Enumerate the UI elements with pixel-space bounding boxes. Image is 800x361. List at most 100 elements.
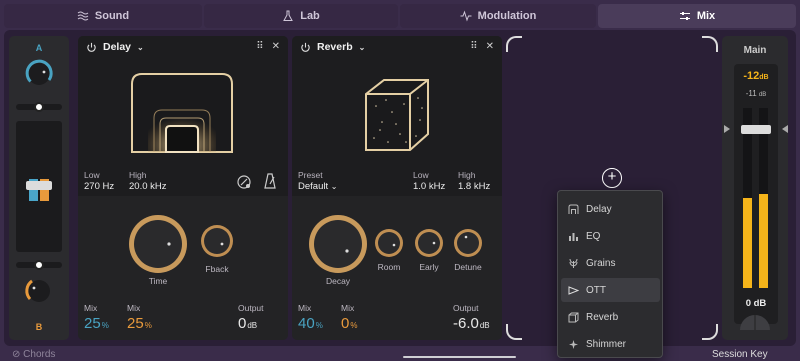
reverb-low-value[interactable]: 1.0 kHz bbox=[413, 181, 445, 192]
main-fader-handle[interactable] bbox=[741, 125, 771, 134]
sliders-icon bbox=[679, 12, 690, 20]
reverb-title: Reverb bbox=[317, 41, 353, 53]
close-icon[interactable]: ✕ bbox=[486, 41, 494, 52]
menu-item-reverb[interactable]: Reverb bbox=[561, 305, 660, 329]
chords-label[interactable]: ⊘ Chords bbox=[12, 349, 55, 360]
waves-icon bbox=[77, 11, 89, 21]
chevron-down-icon: ⌄ bbox=[330, 182, 338, 191]
chevron-down-icon: ⌄ bbox=[137, 42, 144, 52]
tab-mix[interactable]: Mix bbox=[598, 4, 796, 28]
meter-right-fill bbox=[759, 194, 768, 288]
slot-corner bbox=[702, 36, 718, 52]
reverb-window-controls: ⠿ ✕ bbox=[470, 41, 494, 52]
scroll-indicator[interactable] bbox=[403, 356, 516, 358]
delay-icon bbox=[568, 204, 579, 214]
a-send-handle[interactable] bbox=[34, 102, 44, 112]
delay-low-value[interactable]: 270 Hz bbox=[84, 181, 114, 192]
tab-modulation-label: Modulation bbox=[477, 10, 537, 22]
tab-lab-label: Lab bbox=[300, 10, 320, 22]
delay-high-value[interactable]: 20.0 kHz bbox=[129, 181, 167, 192]
reverb-header-area: Reverb ⌄ ⠿ ✕ Preset Default ⌄ Low 1.0 kH… bbox=[292, 36, 502, 196]
grains-icon bbox=[569, 258, 578, 268]
menu-item-grains[interactable]: Grains bbox=[561, 251, 660, 275]
menu-item-label: Grains bbox=[586, 257, 616, 269]
pulse-icon bbox=[460, 10, 472, 22]
delay-window-controls: ⠿ ✕ bbox=[256, 41, 280, 52]
delay-mix-a-label: Mix bbox=[84, 303, 98, 313]
chords-icon: ⊘ bbox=[12, 349, 21, 360]
reverb-decay-knob[interactable] bbox=[308, 214, 368, 274]
delay-fback-label: Fback bbox=[205, 264, 229, 274]
delay-mix-b-label: Mix bbox=[127, 303, 141, 313]
tab-modulation[interactable]: Modulation bbox=[400, 4, 596, 28]
reverb-preset-label: Preset bbox=[298, 170, 323, 180]
tab-lab[interactable]: Lab bbox=[204, 4, 398, 28]
crossfader-handle[interactable] bbox=[26, 181, 52, 190]
ping-pong-icon[interactable] bbox=[236, 174, 252, 190]
chords-text: Chords bbox=[23, 349, 56, 360]
reverb-mix-a-label: Mix bbox=[298, 303, 312, 313]
top-tab-bar: Sound Lab Modulation Mix bbox=[0, 0, 800, 32]
delay-device: Delay ⌄ ⠿ ✕ Low 270 Hz High 20.0 kHz Tim… bbox=[78, 36, 288, 340]
main-output-panel: Main -12dB -11 dB 0 dB bbox=[722, 36, 788, 340]
add-device-menu: Delay EQ Grains OTT Reverb Shimmer bbox=[557, 190, 663, 358]
reverb-cube-visual bbox=[365, 79, 429, 151]
meter-right bbox=[759, 108, 768, 288]
delay-fback-knob[interactable] bbox=[200, 224, 234, 258]
b-label: B bbox=[35, 322, 43, 332]
reverb-preset-dropdown[interactable]: Default ⌄ bbox=[298, 181, 337, 192]
delay-output-value[interactable]: 0dB bbox=[238, 315, 257, 332]
delay-title: Delay bbox=[103, 41, 132, 53]
slot-corner bbox=[506, 36, 522, 52]
ott-icon bbox=[568, 285, 579, 295]
flask-icon bbox=[283, 10, 294, 21]
delay-output-label: Output bbox=[238, 303, 264, 313]
reverb-room-knob[interactable] bbox=[374, 228, 404, 258]
delay-title-group[interactable]: Delay ⌄ bbox=[86, 41, 144, 53]
main-gain-value[interactable]: 0 dB bbox=[734, 298, 778, 309]
tab-mix-label: Mix bbox=[696, 10, 716, 22]
delay-time-knob[interactable] bbox=[128, 214, 188, 274]
meter-left bbox=[743, 108, 752, 288]
a-knob[interactable] bbox=[23, 58, 55, 90]
delay-time-label: Time bbox=[148, 276, 168, 286]
b-send-handle[interactable] bbox=[34, 260, 44, 270]
close-icon[interactable]: ✕ bbox=[272, 41, 280, 52]
menu-item-eq[interactable]: EQ bbox=[561, 224, 660, 248]
delay-mix-a-value[interactable]: 25% bbox=[84, 315, 109, 332]
power-icon[interactable] bbox=[300, 42, 311, 53]
reverb-detune-knob[interactable] bbox=[453, 228, 483, 258]
tab-sound[interactable]: Sound bbox=[4, 4, 202, 28]
reverb-decay-label: Decay bbox=[325, 276, 351, 286]
delay-mix-b-value[interactable]: 25% bbox=[127, 315, 152, 332]
metronome-icon[interactable] bbox=[263, 173, 277, 189]
reverb-high-value[interactable]: 1.8 kHz bbox=[458, 181, 490, 192]
reverb-low-label: Low bbox=[413, 170, 429, 180]
reverb-mix-b-value[interactable]: 0% bbox=[341, 315, 357, 332]
main-pan-knob[interactable] bbox=[739, 314, 771, 330]
b-knob[interactable] bbox=[23, 275, 55, 307]
ab-crossfader-panel: A B bbox=[9, 36, 69, 340]
crossfader-track[interactable] bbox=[16, 121, 62, 252]
session-key-label[interactable]: Session Key bbox=[712, 349, 768, 360]
menu-item-ott[interactable]: OTT bbox=[561, 278, 660, 302]
menu-item-delay[interactable]: Delay bbox=[561, 197, 660, 221]
drag-handle-icon[interactable]: ⠿ bbox=[470, 41, 477, 52]
delay-visual bbox=[131, 73, 233, 153]
drag-handle-icon[interactable]: ⠿ bbox=[256, 41, 263, 52]
meter-left-fill bbox=[743, 198, 752, 288]
reverb-detune-label: Detune bbox=[454, 262, 482, 272]
add-device-button[interactable]: + bbox=[602, 168, 622, 188]
bottom-strip: ⊘ Chords Session Key bbox=[0, 346, 800, 361]
delay-low-label: Low bbox=[84, 170, 100, 180]
peak-readout: -12dB bbox=[743, 70, 769, 82]
rms-readout: -11 dB bbox=[745, 89, 767, 98]
reverb-output-value[interactable]: -6.0dB bbox=[453, 315, 490, 332]
power-icon[interactable] bbox=[86, 42, 97, 53]
reverb-mix-a-value[interactable]: 40% bbox=[298, 315, 323, 332]
reverb-title-group[interactable]: Reverb ⌄ bbox=[300, 41, 365, 53]
reverb-early-knob[interactable] bbox=[414, 228, 444, 258]
reverb-output-label: Output bbox=[453, 303, 479, 313]
reverb-mix-b-label: Mix bbox=[341, 303, 355, 313]
menu-item-label: OTT bbox=[586, 284, 606, 296]
